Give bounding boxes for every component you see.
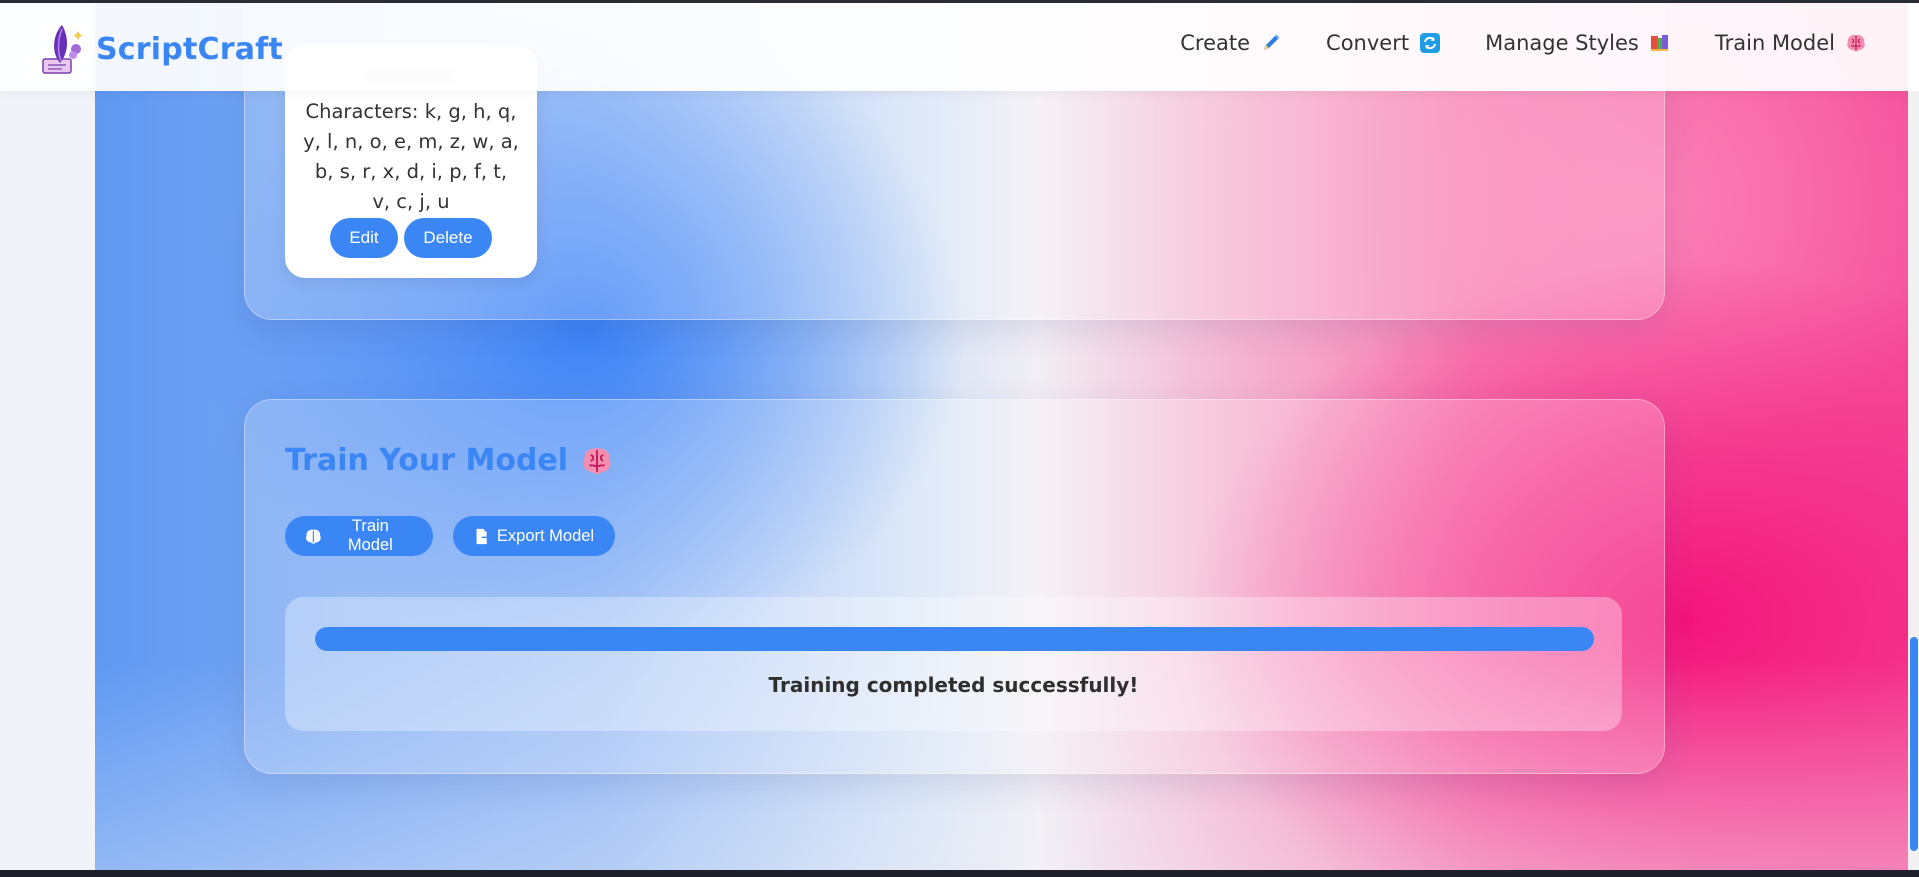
nav-convert-label: Convert [1326, 31, 1410, 55]
training-status-text: Training completed successfully! [768, 673, 1139, 697]
page-scrollbar-thumb[interactable] [1910, 637, 1918, 851]
style-characters: Characters: k, g, h, q, y, l, n, o, e, m… [303, 100, 519, 213]
brain-outline-icon [306, 529, 321, 544]
brand[interactable]: ScriptCraft [40, 23, 283, 75]
export-model-button[interactable]: Export Model [453, 516, 615, 556]
nav-links: Create Convert Manage Styles Train Model [1180, 31, 1867, 55]
nav-train-model-label: Train Model [1714, 31, 1835, 55]
training-progress-bar [315, 627, 1594, 651]
pencil-icon [1260, 32, 1282, 54]
train-section-title: Train Your Model [285, 443, 569, 478]
training-progress-panel: Training completed successfully! [285, 597, 1622, 731]
nav-create-label: Create [1180, 31, 1251, 55]
books-icon [1649, 32, 1671, 54]
edit-style-button[interactable]: Edit [330, 218, 398, 258]
window-bottom-edge [0, 870, 1919, 877]
navbar: ScriptCraft Create Convert Manage Styles… [0, 3, 1919, 91]
training-progress-fill [315, 627, 1594, 651]
nav-convert[interactable]: Convert [1326, 31, 1441, 55]
brain-icon [1845, 32, 1867, 54]
delete-style-button[interactable]: Delete [404, 218, 492, 258]
quill-pen-logo-icon [42, 25, 83, 74]
window-top-edge [0, 0, 1919, 3]
nav-manage-styles-label: Manage Styles [1485, 31, 1639, 55]
file-export-icon [476, 528, 491, 544]
nav-manage-styles[interactable]: Manage Styles [1485, 31, 1671, 55]
nav-train-model[interactable]: Train Model [1715, 31, 1867, 55]
brain-icon [580, 444, 614, 478]
train-model-button[interactable]: Train Model [285, 516, 433, 556]
nav-create[interactable]: Create [1180, 31, 1282, 55]
refresh-icon [1419, 32, 1441, 54]
export-model-button-label: Export Model [496, 526, 595, 545]
train-section-heading: Train Your Model [285, 443, 614, 478]
brand-name: ScriptCraft [96, 31, 283, 67]
train-model-button-label: Train Model [347, 517, 393, 554]
